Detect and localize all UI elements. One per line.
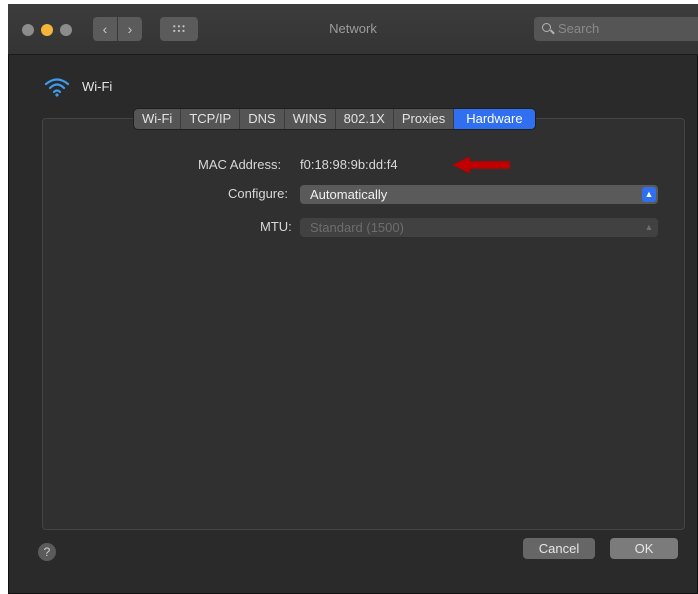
- tab-wins[interactable]: WINS: [285, 109, 336, 129]
- ok-button[interactable]: OK: [610, 538, 678, 559]
- configure-label: Configure:: [228, 186, 288, 201]
- configure-select[interactable]: Automatically ▲: [300, 185, 658, 204]
- help-button[interactable]: ?: [38, 543, 56, 561]
- network-preferences-window: ‹ › Network Search Wi-Fi Wi-Fi TCP/IP DN…: [8, 4, 698, 594]
- mac-address-value: f0:18:98:9b:dd:f4: [300, 157, 398, 172]
- wifi-icon: [44, 78, 70, 97]
- cancel-button[interactable]: Cancel: [523, 538, 595, 559]
- chevron-updown-icon: ▲: [644, 222, 654, 232]
- mtu-select: Standard (1500) ▲: [300, 218, 658, 237]
- title-bar: ‹ › Network Search: [8, 4, 698, 55]
- tab-wifi[interactable]: Wi-Fi: [134, 109, 182, 129]
- configure-value: Automatically: [310, 187, 388, 202]
- chevron-updown-icon: ▲: [642, 187, 656, 202]
- search-field[interactable]: Search: [534, 17, 698, 41]
- tab-8021x[interactable]: 802.1X: [336, 109, 394, 129]
- interface-name: Wi-Fi: [82, 79, 113, 94]
- tab-proxies[interactable]: Proxies: [394, 109, 455, 129]
- settings-panel: [42, 118, 685, 530]
- mtu-label: MTU:: [260, 219, 292, 234]
- mac-address-label: MAC Address:: [198, 157, 282, 172]
- mtu-value: Standard (1500): [310, 220, 404, 235]
- tab-bar: Wi-Fi TCP/IP DNS WINS 802.1X Proxies Har…: [134, 109, 535, 129]
- tab-dns[interactable]: DNS: [240, 109, 285, 129]
- arrow-annotation: [450, 155, 511, 175]
- tab-hardware[interactable]: Hardware: [454, 109, 535, 129]
- tab-tcpip[interactable]: TCP/IP: [181, 109, 241, 129]
- search-placeholder: Search: [558, 21, 600, 36]
